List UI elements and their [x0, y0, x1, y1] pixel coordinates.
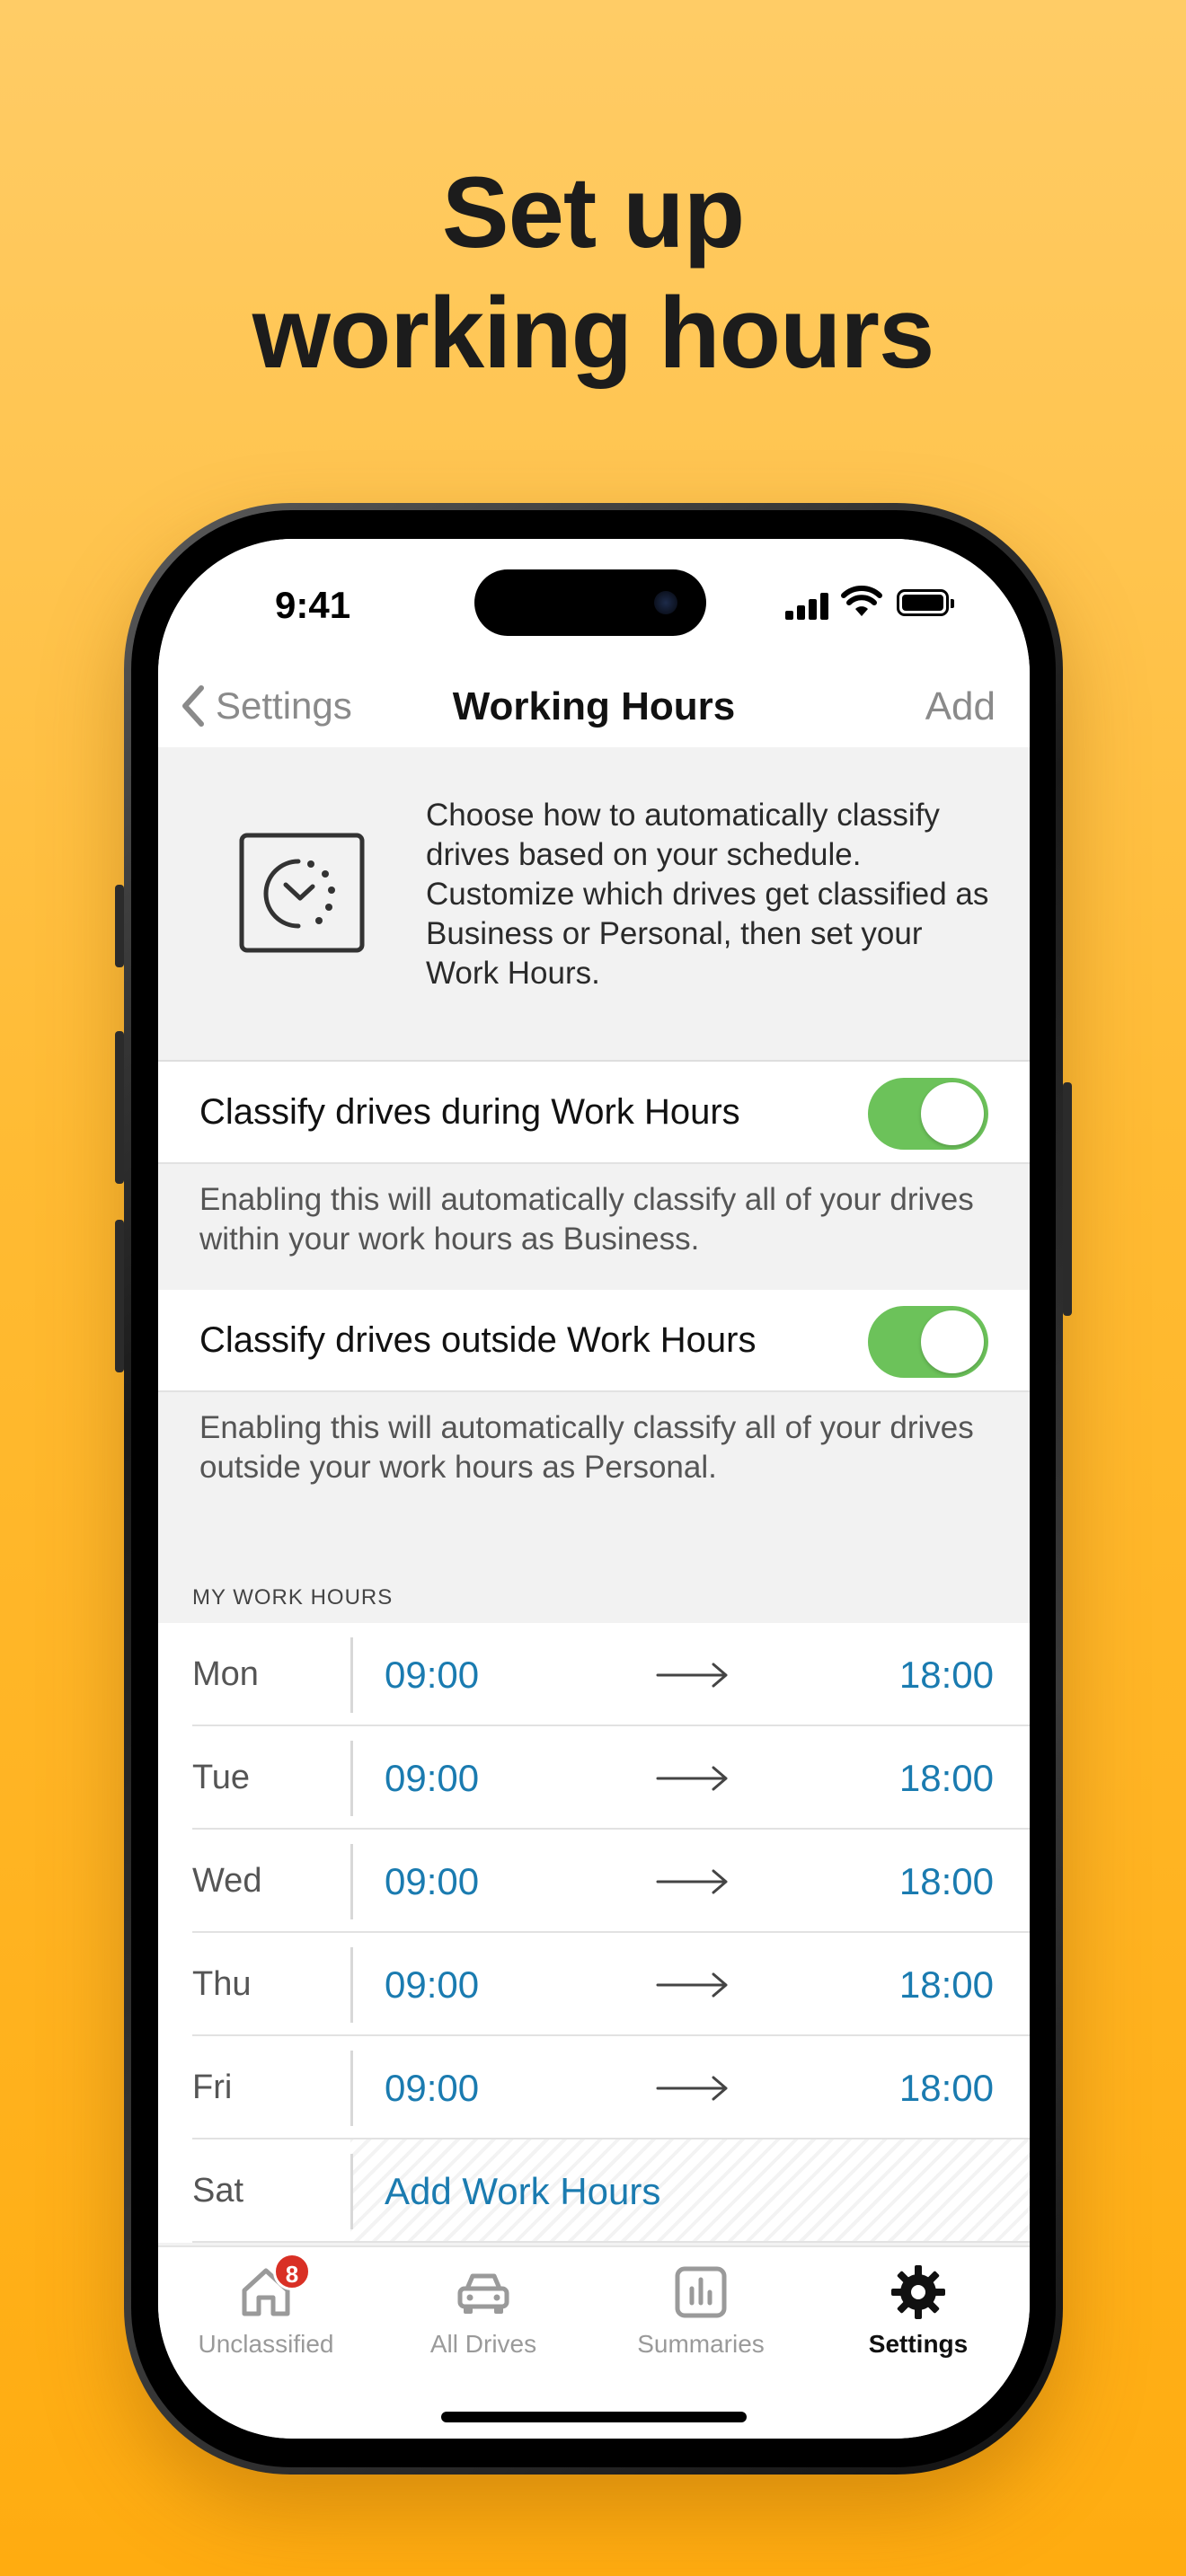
- status-bar: 9:41: [158, 539, 1030, 665]
- headline-line-2: working hours: [252, 277, 935, 389]
- tab-summaries[interactable]: Summaries: [593, 2263, 809, 2359]
- toggle-note: Enabling this will automatically classif…: [199, 1182, 974, 1257]
- intro-section: Choose how to automatically classify dri…: [158, 747, 1030, 1062]
- tab-label: Summaries: [637, 2330, 765, 2358]
- arrow-right-icon: [656, 1663, 728, 1688]
- battery-icon: [897, 589, 954, 616]
- volume-down-button: [115, 1220, 124, 1372]
- tab-bar: 8 Unclassified All Drives Summaries Sett…: [158, 2245, 1030, 2439]
- work-hours-row-wed[interactable]: Wed 09:00 18:00: [158, 1830, 1030, 1933]
- day-label: Fri: [192, 2069, 233, 2106]
- status-time: 9:41: [275, 584, 351, 626]
- action-button: [115, 885, 124, 967]
- home-indicator: [441, 2412, 747, 2422]
- clock-schedule-icon: [239, 833, 365, 953]
- intro-text: Choose how to automatically classify dri…: [426, 798, 989, 991]
- bar-chart-icon: [675, 2266, 727, 2318]
- start-time[interactable]: 09:00: [385, 1757, 479, 1800]
- navigation-bar: Settings Working Hours Add: [158, 665, 1030, 747]
- tab-label: Settings: [868, 2330, 969, 2358]
- add-button[interactable]: Add: [925, 684, 996, 729]
- arrow-right-icon: [656, 1972, 728, 1998]
- work-hours-row-thu[interactable]: Thu 09:00 18:00: [158, 1933, 1030, 2036]
- end-time[interactable]: 18:00: [899, 1963, 994, 2007]
- work-hours-row-tue[interactable]: Tue 09:00 18:00: [158, 1726, 1030, 1830]
- gear-icon: [891, 2265, 945, 2319]
- tab-label: Unclassified: [198, 2330, 334, 2358]
- day-label: Mon: [192, 1655, 259, 1693]
- arrow-right-icon: [656, 1766, 728, 1791]
- power-button: [1063, 1082, 1072, 1316]
- car-icon: [457, 2273, 509, 2314]
- day-label: Thu: [192, 1965, 252, 2003]
- volume-up-button: [115, 1031, 124, 1184]
- outside-work-hours-switch[interactable]: [868, 1306, 988, 1378]
- during-work-hours-switch[interactable]: [868, 1078, 988, 1150]
- toggle-label: Classify drives outside Work Hours: [199, 1320, 757, 1360]
- start-time[interactable]: 09:00: [385, 1860, 479, 1903]
- unclassified-count-badge: 8: [273, 2253, 311, 2290]
- tab-settings[interactable]: Settings: [810, 2263, 1026, 2359]
- toggle-note: Enabling this will automatically classif…: [199, 1410, 974, 1485]
- headline-line-1: Set up: [441, 156, 745, 269]
- work-hours-row-mon[interactable]: Mon 09:00 18:00: [158, 1623, 1030, 1726]
- tab-label: All Drives: [429, 2330, 537, 2358]
- day-label: Wed: [192, 1862, 262, 1900]
- start-time[interactable]: 09:00: [385, 1654, 479, 1697]
- work-hours-row-fri[interactable]: Fri 09:00 18:00: [158, 2036, 1030, 2139]
- tab-unclassified[interactable]: 8 Unclassified: [158, 2253, 374, 2359]
- end-time[interactable]: 18:00: [899, 1860, 994, 1903]
- end-time[interactable]: 18:00: [899, 1654, 994, 1697]
- dynamic-island: [474, 569, 706, 636]
- toggle-row-outside-work-hours: Classify drives outside Work Hours: [158, 1290, 1030, 1392]
- day-label: Tue: [192, 1759, 251, 1796]
- arrow-right-icon: [656, 1869, 728, 1894]
- day-label: Sat: [192, 2172, 244, 2210]
- toggle-row-during-work-hours: Classify drives during Work Hours: [158, 1062, 1030, 1164]
- end-time[interactable]: 18:00: [899, 2067, 994, 2110]
- start-time[interactable]: 09:00: [385, 1963, 479, 2007]
- phone-screen: 9:41 Settings Working Hours Add Choose h…: [158, 539, 1030, 2439]
- section-header: MY WORK HOURS: [192, 1585, 394, 1610]
- arrow-right-icon: [656, 2076, 728, 2101]
- tab-all-drives[interactable]: All Drives: [376, 2263, 591, 2359]
- add-work-hours-button[interactable]: Add Work Hours: [385, 2170, 660, 2213]
- page-title: Working Hours: [452, 684, 736, 728]
- headline: Set up working hours: [0, 153, 1186, 393]
- work-hours-row-sat: Sat Add Work Hours: [158, 2139, 1030, 2243]
- toggle-label: Classify drives during Work Hours: [199, 1092, 740, 1132]
- end-time[interactable]: 18:00: [899, 1757, 994, 1800]
- start-time[interactable]: 09:00: [385, 2067, 479, 2110]
- wifi-icon: [841, 586, 882, 616]
- cellular-signal-icon: [785, 591, 830, 620]
